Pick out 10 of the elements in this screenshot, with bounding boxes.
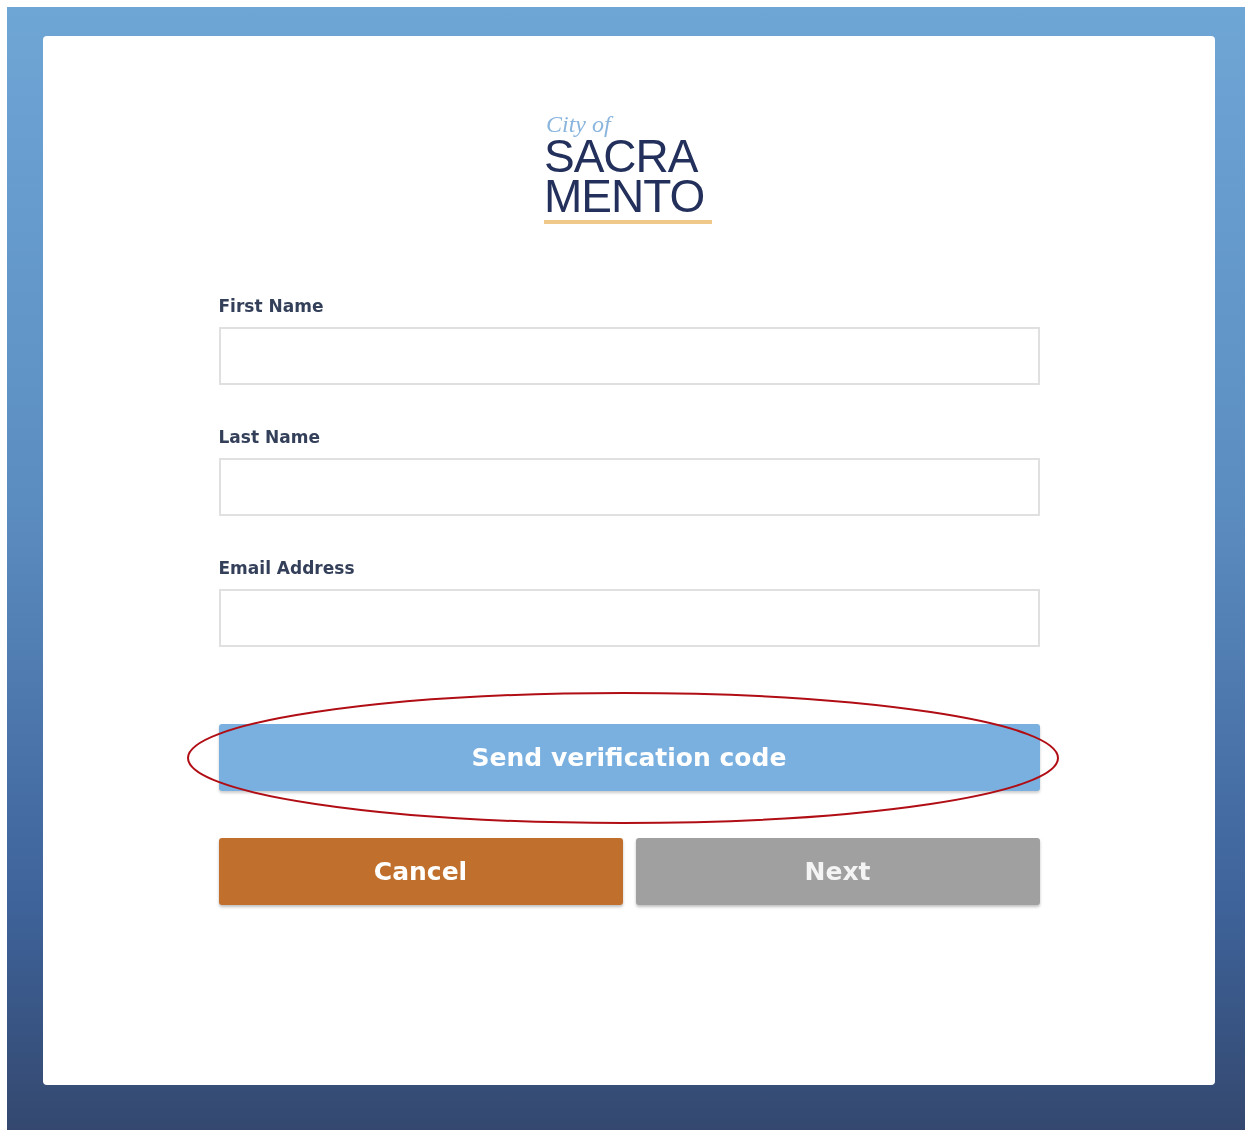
input-field[interactable] [218, 589, 1040, 647]
cancel-button[interactable]: Cancel [218, 838, 623, 905]
logo-text: SACRA [544, 136, 698, 176]
logo-text: MENTO [544, 176, 705, 216]
input-field[interactable] [218, 327, 1040, 385]
input-field[interactable] [218, 458, 1040, 516]
field-label: Last Name [218, 427, 321, 447]
field-label: Email Address [218, 558, 356, 578]
send-code-button[interactable]: Send verification code [218, 724, 1040, 791]
field-label: First Name [218, 296, 325, 316]
